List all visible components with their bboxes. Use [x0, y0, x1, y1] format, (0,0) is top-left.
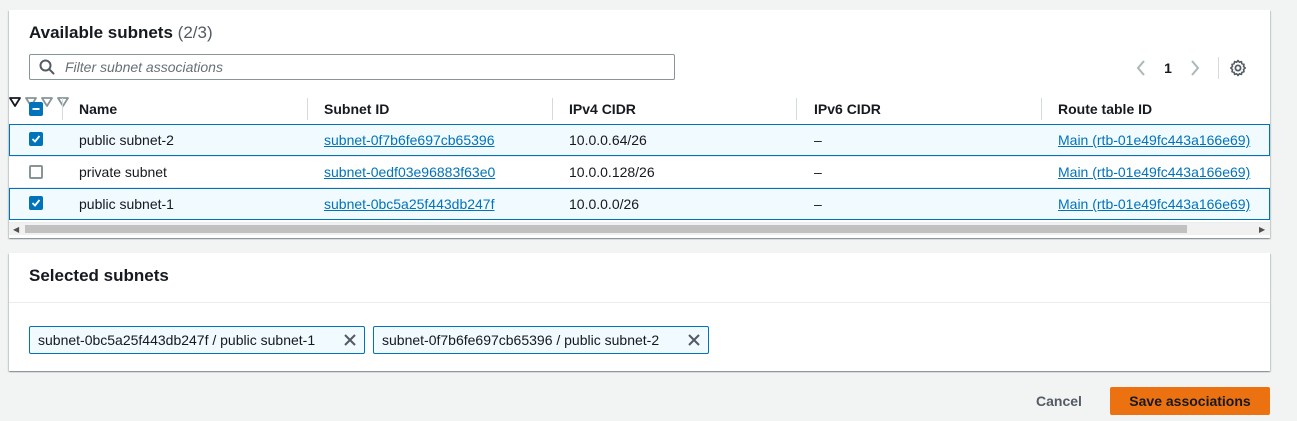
scrollbar-thumb[interactable]	[25, 225, 1187, 233]
subnet-id-link[interactable]: subnet-0edf03e96883f63e0	[324, 157, 495, 187]
remove-token-button[interactable]	[336, 327, 364, 353]
ipv4-cidr: 10.0.0.128/26	[569, 164, 655, 180]
previous-page-button[interactable]	[1134, 58, 1148, 78]
token-label: subnet-0bc5a25f443db247f / public subnet…	[38, 332, 316, 348]
selected-subnets-title: Selected subnets	[29, 266, 169, 285]
close-icon	[344, 334, 356, 346]
subnet-name: public subnet-1	[79, 196, 174, 212]
page-number[interactable]: 1	[1148, 60, 1188, 76]
column-separator	[62, 98, 63, 120]
row-checkbox[interactable]	[29, 196, 43, 210]
column-label: Name	[79, 101, 118, 117]
close-icon	[688, 334, 700, 346]
column-header-subnet-id[interactable]: Subnet ID	[324, 94, 389, 124]
route-table-link[interactable]: Main (rtb-01e49fc443a166e69)	[1058, 125, 1250, 155]
search-icon	[39, 59, 55, 75]
scroll-left-icon[interactable]: ◀	[13, 225, 19, 234]
chevron-left-icon	[1136, 60, 1145, 76]
column-separator[interactable]	[307, 98, 308, 120]
panel-divider	[9, 302, 1270, 303]
checkmark-icon	[31, 135, 41, 143]
select-all-checkbox[interactable]	[29, 102, 43, 116]
row-checkbox[interactable]	[29, 132, 43, 146]
cancel-button[interactable]: Cancel	[1024, 387, 1094, 415]
save-associations-button[interactable]: Save associations	[1110, 387, 1270, 415]
next-page-button[interactable]	[1188, 58, 1202, 78]
ipv4-cidr: 10.0.0.0/26	[569, 196, 640, 212]
ipv6-cidr: –	[814, 164, 822, 180]
available-subnets-title: Available subnets (2/3)	[29, 23, 213, 43]
column-header-route-table[interactable]: Route table ID	[1058, 94, 1152, 124]
route-table-link[interactable]: Main (rtb-01e49fc443a166e69)	[1058, 157, 1250, 187]
selected-subnet-token: subnet-0bc5a25f443db247f / public subnet…	[29, 326, 365, 354]
filter-box[interactable]	[29, 54, 675, 80]
column-label: Subnet ID	[324, 101, 390, 117]
table-row[interactable]: public subnet-2 subnet-0f7b6fe697cb65396…	[9, 124, 1270, 156]
ipv6-cidr: –	[814, 196, 822, 212]
pagination: 1	[1134, 56, 1247, 80]
indeterminate-icon	[32, 108, 40, 110]
token-label: subnet-0f7b6fe697cb65396 / public subnet…	[382, 332, 660, 348]
selected-subnets-panel: Selected subnets subnet-0bc5a25f443db247…	[9, 253, 1270, 371]
selected-subnet-token: subnet-0f7b6fe697cb65396 / public subnet…	[373, 326, 709, 354]
ipv4-cidr: 10.0.0.64/26	[569, 132, 647, 148]
ipv6-cidr: –	[814, 132, 822, 148]
subnet-name: private subnet	[79, 164, 167, 180]
route-table-link[interactable]: Main (rtb-01e49fc443a166e69)	[1058, 189, 1250, 219]
column-header-name[interactable]: Name	[79, 94, 117, 124]
column-label: IPv6 CIDR	[814, 101, 881, 117]
selection-count: (2/3)	[177, 23, 213, 42]
column-header-ipv6[interactable]: IPv6 CIDR	[814, 94, 881, 124]
sort-icon[interactable]	[9, 97, 21, 107]
row-checkbox[interactable]	[29, 165, 43, 179]
pager-divider	[1218, 57, 1219, 79]
scroll-right-icon[interactable]: ▶	[1259, 225, 1265, 234]
chevron-right-icon	[1191, 60, 1200, 76]
subnet-id-link[interactable]: subnet-0f7b6fe697cb65396	[324, 125, 494, 155]
table-row[interactable]: public subnet-1 subnet-0bc5a25f443db247f…	[9, 188, 1270, 220]
remove-token-button[interactable]	[680, 327, 708, 353]
preferences-button[interactable]	[1229, 59, 1247, 77]
subnet-name: public subnet-2	[79, 132, 174, 148]
subnet-id-link[interactable]: subnet-0bc5a25f443db247f	[324, 189, 494, 219]
gear-icon	[1230, 59, 1246, 77]
available-subnets-heading: Available subnets	[29, 23, 173, 42]
column-separator[interactable]	[796, 98, 797, 120]
filter-input[interactable]	[63, 58, 657, 76]
column-separator[interactable]	[1041, 98, 1042, 120]
horizontal-scrollbar[interactable]: ◀ ▶	[9, 222, 1270, 235]
available-subnets-panel: Available subnets (2/3) 1	[9, 10, 1270, 238]
column-label: IPv4 CIDR	[569, 101, 636, 117]
checkmark-icon	[31, 199, 41, 207]
table-header: Name Subnet ID IPv4 CIDR IPv6 CIDR Route…	[9, 94, 1270, 125]
column-label: Route table ID	[1058, 101, 1153, 117]
table-row[interactable]: private subnet subnet-0edf03e96883f63e0 …	[9, 156, 1270, 188]
column-header-ipv4[interactable]: IPv4 CIDR	[569, 94, 636, 124]
column-separator[interactable]	[552, 98, 553, 120]
